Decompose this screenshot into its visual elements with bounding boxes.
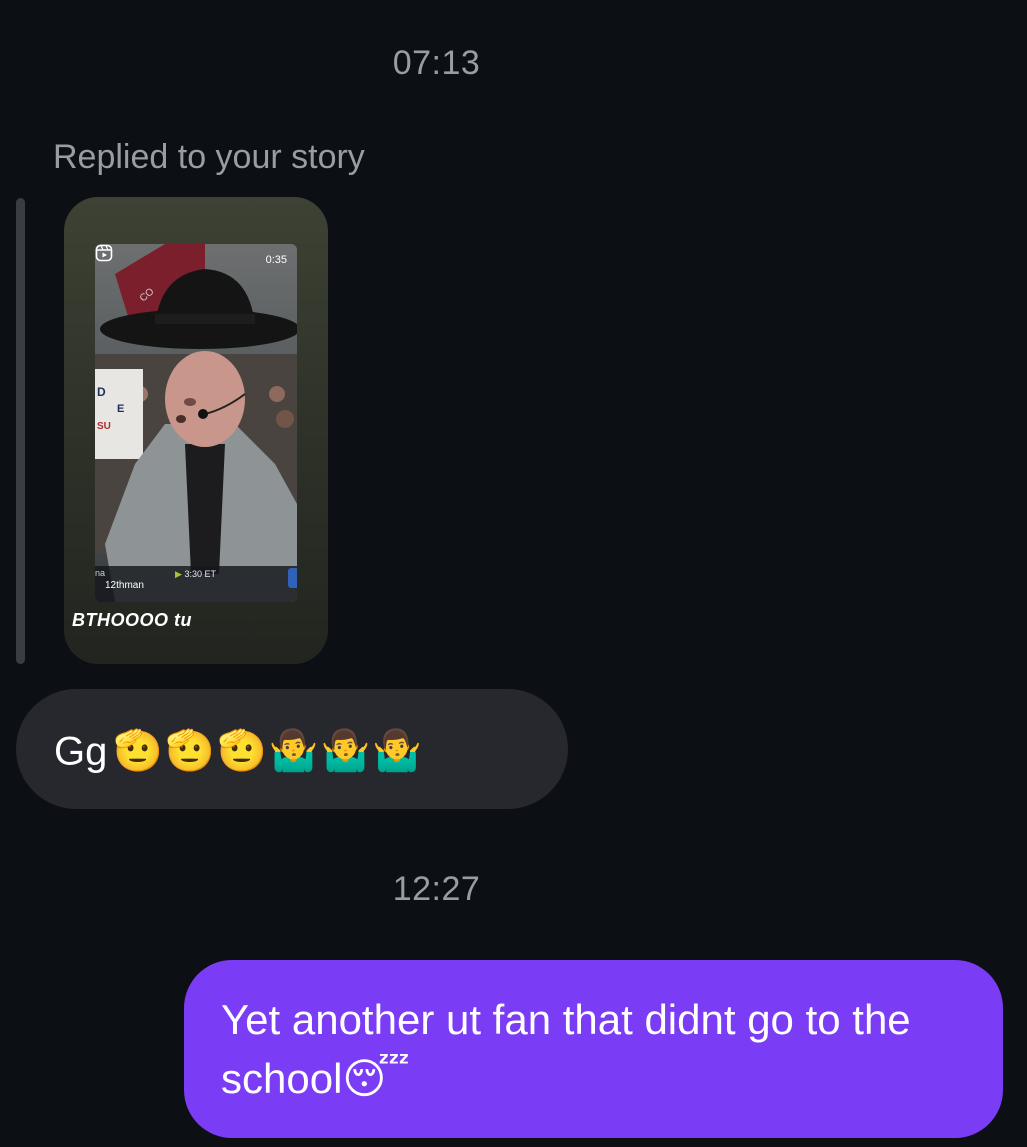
svg-text:SU: SU [97,421,111,432]
network-badge [288,568,297,588]
play-triangle-icon: ▶ [175,569,182,579]
incoming-message-bubble[interactable]: Gg 🫡🫡🫡🤷‍♂️🤷‍♂️🤷‍♂️ [16,689,568,809]
reply-indicator-bar [16,198,25,664]
story-preview-card[interactable]: CO D E SU 0:35 na 12thman ▶ 3:30 ET BTHO… [64,197,328,664]
reels-icon [95,244,113,262]
outgoing-message-text: Yet another ut fan that didnt go to the … [221,996,911,1102]
tv-ticker-bar: na 12thman ▶ 3:30 ET [95,566,297,602]
ticker-time: ▶ 3:30 ET [175,569,216,579]
ticker-handle: 12thman [105,580,144,591]
reply-context-label: Replied to your story [53,138,365,176]
timestamp: 07:13 [392,44,481,82]
svg-text:D: D [97,385,106,399]
video-duration: 0:35 [265,254,287,266]
incoming-message-emoji: 🫡🫡🫡🤷‍♂️🤷‍♂️🤷‍♂️ [113,729,425,774]
svg-text:E: E [117,403,124,415]
story-caption: BTHOOOO tu [72,610,192,630]
video-frame-illustration: CO D E SU [95,244,297,602]
outgoing-message-bubble[interactable]: Yet another ut fan that didnt go to the … [184,960,1003,1138]
ticker-left-text: na [95,568,106,578]
story-video-thumbnail[interactable]: CO D E SU 0:35 na 12thman ▶ 3:30 ET [95,244,297,602]
incoming-message-text: Gg [54,729,108,774]
timestamp: 12:27 [392,870,481,908]
